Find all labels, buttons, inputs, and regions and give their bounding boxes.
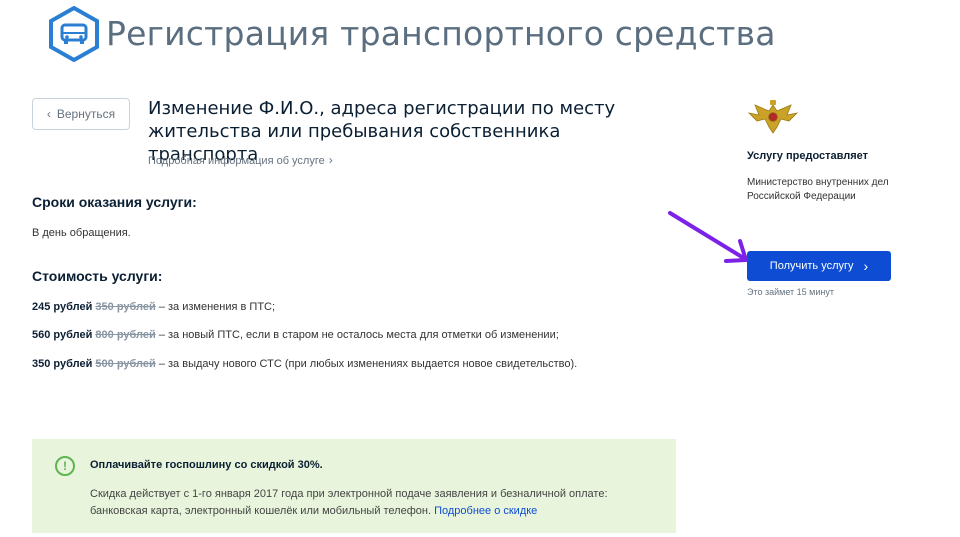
price: 350 рублей [32,358,93,370]
emblem-icon [747,100,799,134]
old-price: 800 рублей [95,329,156,341]
cost-row: 350 рублей 500 рублей – за выдачу нового… [32,358,577,370]
old-price: 500 рублей [95,358,156,370]
back-button-label: Вернуться [56,107,116,121]
annotation-arrow-icon [668,211,748,263]
provider-name: Министерство внутренних дел Российской Ф… [747,177,889,202]
get-service-button[interactable]: Получить услугу › [747,251,891,281]
price: 245 рублей [32,301,93,313]
page-title: Регистрация транспортного средства [106,14,776,53]
provider-heading: Услугу предоставляет [747,150,869,162]
back-button[interactable]: ‹ Вернуться [32,98,130,130]
more-info-label: Подробная информация об услуге [148,155,325,167]
car-icon [49,6,99,62]
info-icon: ! [55,456,75,476]
notice-title: Оплачивайте госпошлину со скидкой 30%. [90,459,323,471]
more-info-link[interactable]: Подробная информация об услуге › [148,153,333,167]
duration-note: Это займет 15 минут [747,287,834,297]
chevron-left-icon: ‹ [46,107,51,121]
price: 560 рублей [32,329,93,341]
terms-value: В день обращения. [32,227,131,239]
cost-row: 560 рублей 800 рублей – за новый ПТС, ес… [32,329,559,341]
cost-desc: – за выдачу нового СТС (при любых измене… [158,358,578,370]
discount-details-link[interactable]: Подробнее о скидке [434,505,537,517]
cost-desc: – за изменения в ПТС; [158,301,276,313]
cost-row: 245 рублей 350 рублей – за изменения в П… [32,301,275,313]
old-price: 350 рублей [95,301,156,313]
discount-notice: ! Оплачивайте госпошлину со скидкой 30%.… [32,439,676,533]
chevron-right-icon: › [328,153,333,167]
get-service-label: Получить услугу [769,260,854,272]
cost-heading: Стоимость услуги: [32,268,163,284]
notice-text: Скидка действует с 1-го января 2017 года… [90,486,660,520]
terms-heading: Сроки оказания услуги: [32,194,197,210]
cost-desc: – за новый ПТС, если в старом не осталос… [158,329,559,341]
chevron-right-icon: › [863,258,869,274]
